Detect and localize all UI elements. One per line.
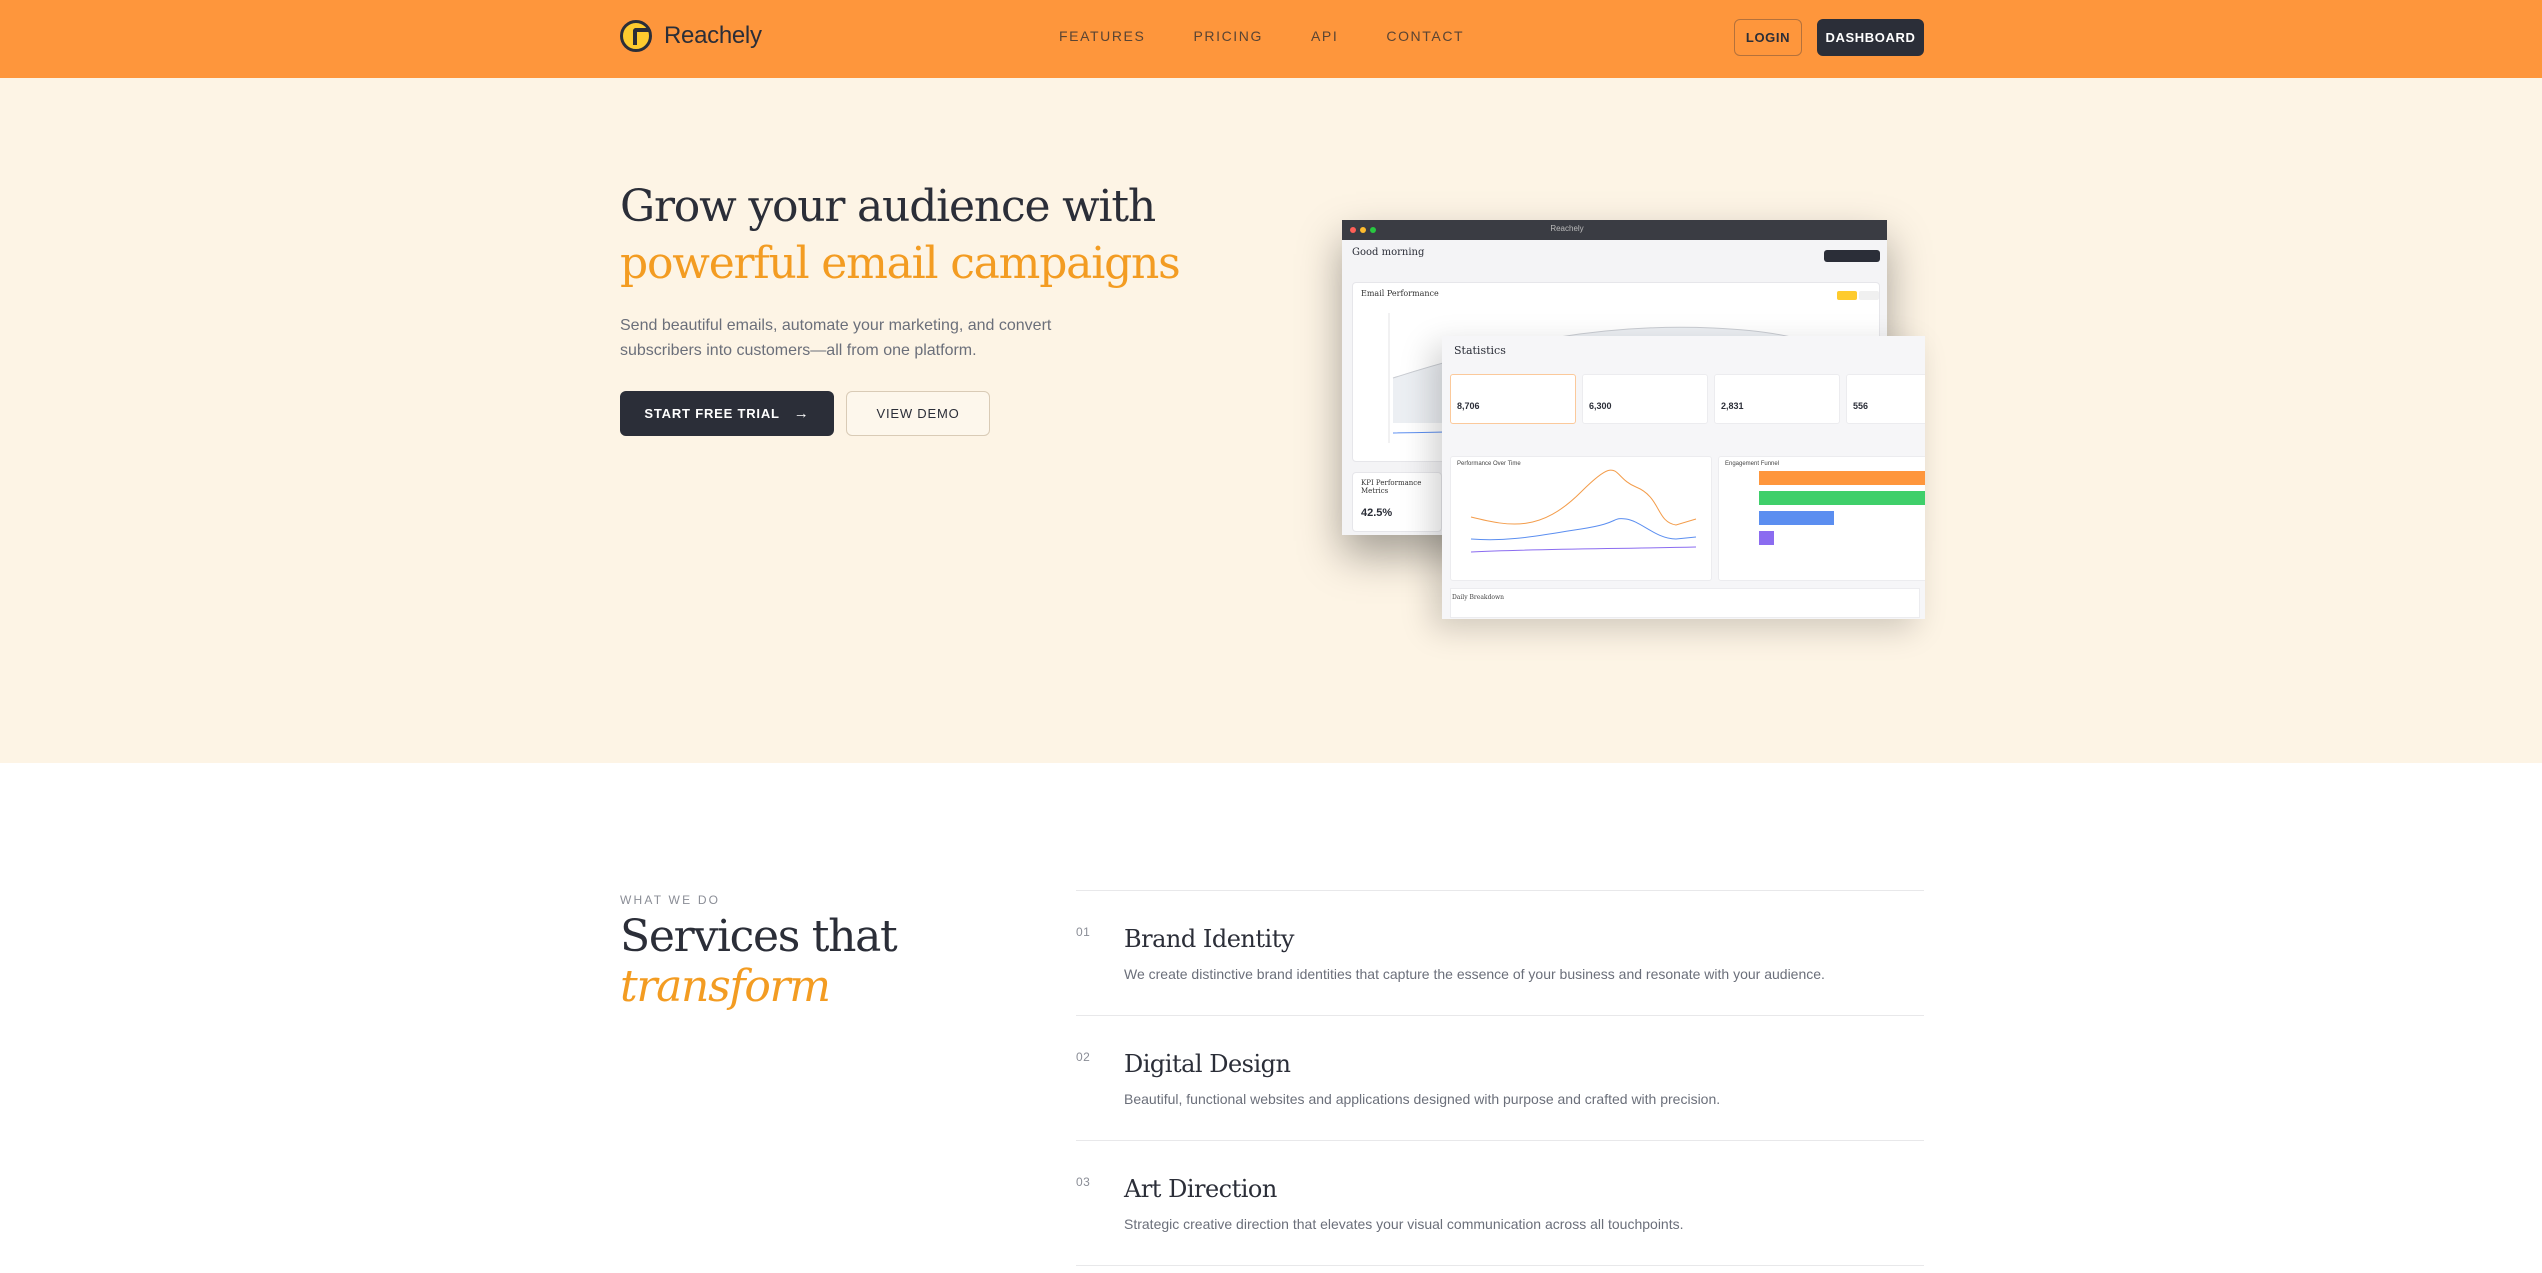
start-free-trial-button[interactable]: START FREE TRIAL → bbox=[620, 391, 834, 436]
service-title: Art Direction bbox=[1124, 1175, 1277, 1203]
kpi-title: KPI Performance Metrics bbox=[1361, 479, 1422, 495]
performance-panel: Performance Over Time bbox=[1450, 456, 1712, 581]
service-number: 02 bbox=[1076, 1050, 1091, 1064]
service-item[interactable]: 02 Digital Design Beautiful, functional … bbox=[1076, 1015, 1924, 1140]
service-item[interactable]: 01 Brand Identity We create distinctive … bbox=[1076, 890, 1924, 1015]
statistics-mockup: Statistics 8,706 6,300 2,831 556 Perform… bbox=[1442, 336, 1925, 619]
window-title: Reachely bbox=[1550, 224, 1584, 233]
service-description: Strategic creative direction that elevat… bbox=[1124, 1216, 1684, 1232]
services-list: 01 Brand Identity We create distinctive … bbox=[1076, 890, 1924, 1265]
services-divider bbox=[1076, 1265, 1924, 1266]
brand-logo[interactable]: Reachely bbox=[620, 20, 762, 52]
services-title-accent: transform bbox=[620, 961, 831, 1012]
services-title: Services that transform bbox=[620, 911, 898, 1012]
nav-link-contact[interactable]: CONTACT bbox=[1386, 28, 1464, 44]
mockup-greeting: Good morning bbox=[1352, 247, 1425, 258]
nav-link-api[interactable]: API bbox=[1311, 28, 1338, 44]
stat-value: 6,300 bbox=[1589, 401, 1612, 411]
dashboard-button[interactable]: DASHBOARD bbox=[1817, 19, 1924, 56]
nav-link-features[interactable]: FEATURES bbox=[1059, 28, 1145, 44]
stat-card: 556 bbox=[1846, 374, 1925, 424]
statistics-title: Statistics bbox=[1454, 344, 1506, 357]
nav-links: FEATURES PRICING API CONTACT bbox=[1059, 28, 1512, 44]
nav-link-pricing[interactable]: PRICING bbox=[1193, 28, 1263, 44]
daily-breakdown-panel bbox=[1450, 588, 1920, 618]
stat-value: 8,706 bbox=[1457, 401, 1480, 411]
engagement-panel: Engagement Funnel bbox=[1718, 456, 1925, 581]
hero-title: Grow your audience with powerful email c… bbox=[620, 178, 1181, 292]
kpi-value: 42.5% bbox=[1361, 507, 1393, 519]
stat-value: 2,831 bbox=[1721, 401, 1744, 411]
kpi-card: KPI Performance Metrics 42.5% bbox=[1352, 472, 1442, 532]
login-button[interactable]: LOGIN bbox=[1734, 19, 1802, 56]
window-titlebar: Reachely bbox=[1342, 220, 1887, 240]
mockup-new-campaign-button bbox=[1824, 250, 1880, 262]
services-title-line1: Services that bbox=[620, 911, 898, 962]
service-number: 03 bbox=[1076, 1175, 1091, 1189]
daily-breakdown-title: Daily Breakdown bbox=[1452, 594, 1505, 601]
service-description: We create distinctive brand identities t… bbox=[1124, 966, 1825, 982]
brand-name: Reachely bbox=[664, 22, 762, 49]
stat-value: 556 bbox=[1853, 401, 1869, 411]
service-title: Digital Design bbox=[1124, 1050, 1291, 1078]
engagement-bar-chart bbox=[1759, 471, 1925, 545]
top-nav: Reachely FEATURES PRICING API CONTACT LO… bbox=[0, 0, 2542, 78]
start-free-trial-label: START FREE TRIAL bbox=[644, 406, 780, 421]
view-demo-button[interactable]: VIEW DEMO bbox=[846, 391, 990, 436]
performance-line-chart bbox=[1470, 469, 1697, 553]
service-number: 01 bbox=[1076, 925, 1091, 939]
hero-section bbox=[0, 78, 2542, 763]
services-eyebrow: WHAT WE DO bbox=[620, 893, 721, 907]
stat-card: 2,831 bbox=[1714, 374, 1840, 424]
hero-title-line1: Grow your audience with bbox=[620, 181, 1156, 232]
service-title: Brand Identity bbox=[1124, 925, 1294, 953]
stat-card: 8,706 bbox=[1450, 374, 1576, 424]
arrow-right-icon: → bbox=[793, 405, 810, 422]
reachely-logo-icon bbox=[620, 20, 652, 52]
service-description: Beautiful, functional websites and appli… bbox=[1124, 1091, 1721, 1107]
stat-card: 6,300 bbox=[1582, 374, 1708, 424]
hero-title-accent: powerful email campaigns bbox=[620, 238, 1181, 289]
hero-subtitle: Send beautiful emails, automate your mar… bbox=[620, 317, 1052, 359]
service-item[interactable]: 03 Art Direction Strategic creative dire… bbox=[1076, 1140, 1924, 1265]
